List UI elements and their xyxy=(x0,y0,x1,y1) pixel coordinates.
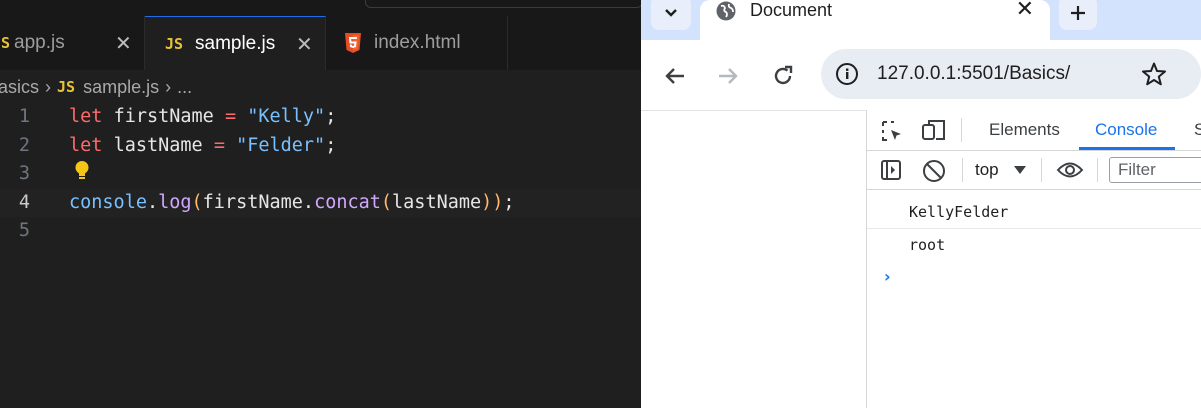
breadcrumb: asics › JS sample.js › ... xyxy=(0,72,192,102)
chevron-right-icon: › xyxy=(45,76,52,97)
divider xyxy=(1097,158,1098,182)
close-icon[interactable]: ✕ xyxy=(1016,0,1034,22)
arrow-left-icon xyxy=(665,68,684,84)
address-bar[interactable]: 127.0.0.1:5501/Basics/ xyxy=(821,49,1201,99)
arrow-right-icon xyxy=(719,68,738,84)
code-line[interactable]: 5 xyxy=(0,217,641,245)
breadcrumb-more[interactable]: ... xyxy=(177,77,192,98)
reload-button[interactable] xyxy=(769,62,797,90)
tab-search-button[interactable] xyxy=(651,0,691,30)
sidebar-toggle-icon[interactable] xyxy=(880,159,902,181)
globe-icon xyxy=(716,1,736,21)
tab-label: app.js xyxy=(14,32,65,53)
site-info-icon[interactable] xyxy=(835,62,859,86)
close-icon[interactable]: ✕ xyxy=(115,31,132,55)
new-tab-button[interactable] xyxy=(1059,0,1097,30)
console-message-text: root xyxy=(909,236,946,254)
tab-console[interactable]: Console xyxy=(1095,120,1157,140)
code-editor: JS app.js ✕ JS sample.js ✕ index.html as… xyxy=(0,0,641,408)
console-message: root xyxy=(867,229,1201,261)
bookmark-star-icon[interactable] xyxy=(1141,61,1167,87)
browser-toolbar: 127.0.0.1:5501/Basics/ xyxy=(641,40,1201,111)
code-text: let firstName = "Kelly"; xyxy=(69,106,337,127)
chevron-right-icon: › xyxy=(165,76,172,97)
code-line[interactable]: 2 let lastName = "Felder"; xyxy=(0,132,641,160)
code-line-active[interactable]: 4 console.log(firstName.concat(lastName)… xyxy=(0,189,641,217)
tab-label: sample.js xyxy=(195,32,276,54)
reload-icon xyxy=(774,65,793,85)
tab-title: Document xyxy=(750,0,833,20)
context-selector[interactable]: top xyxy=(975,160,999,180)
eye-icon[interactable] xyxy=(1056,161,1084,179)
forward-button[interactable] xyxy=(714,62,742,90)
active-tab-indicator xyxy=(1079,147,1175,150)
code-line[interactable]: 3 xyxy=(0,160,641,188)
plus-icon xyxy=(1071,6,1085,20)
close-icon[interactable]: ✕ xyxy=(296,32,313,56)
editor-title-strip xyxy=(0,0,641,16)
tab-index-html[interactable]: index.html xyxy=(326,16,508,70)
clear-console-icon[interactable] xyxy=(922,159,946,183)
breadcrumb-file[interactable]: sample.js xyxy=(83,77,159,98)
filter-box[interactable] xyxy=(1109,157,1201,183)
html5-icon xyxy=(345,33,361,53)
tab-elements[interactable]: Elements xyxy=(989,120,1060,140)
browser-tab-strip: Document ✕ xyxy=(641,0,1201,40)
code-line[interactable]: 1 let firstName = "Kelly"; xyxy=(0,103,641,131)
tab-app-js[interactable]: JS app.js ✕ xyxy=(0,16,145,70)
code-text: let lastName = "Felder"; xyxy=(69,135,337,156)
chevron-down-icon xyxy=(665,9,677,17)
line-number: 1 xyxy=(18,106,30,127)
line-number: 4 xyxy=(18,192,30,213)
caret-down-icon[interactable] xyxy=(1014,166,1026,174)
breadcrumb-folder[interactable]: asics xyxy=(0,77,39,98)
console-message: KellyFelder xyxy=(867,196,1201,229)
line-number: 3 xyxy=(18,163,30,184)
devtools-panel: Elements Console S top Filter KellyFelde… xyxy=(866,110,1201,408)
tab-label: index.html xyxy=(374,32,461,53)
js-file-icon: JS xyxy=(165,34,184,53)
device-toolbar-icon[interactable] xyxy=(921,119,947,141)
lightbulb-icon[interactable] xyxy=(73,160,91,182)
divider xyxy=(961,118,962,142)
devtools-tab-bar: Elements Console S xyxy=(867,110,1201,151)
console-prompt-icon[interactable]: › xyxy=(884,267,891,286)
browser-tab-document[interactable]: Document ✕ xyxy=(700,0,1050,40)
divider xyxy=(1041,158,1042,182)
divider xyxy=(962,158,963,182)
line-number: 2 xyxy=(18,135,30,156)
console-toolbar: top xyxy=(867,151,1201,190)
inspect-element-icon[interactable] xyxy=(880,119,904,143)
editor-tab-bar: JS app.js ✕ JS sample.js ✕ index.html xyxy=(0,16,641,70)
browser-window: Document ✕ 127.0.0.1:5501/Basics/ Elemen… xyxy=(641,0,1201,408)
tab-sources[interactable]: S xyxy=(1194,120,1201,140)
line-number: 5 xyxy=(18,220,30,241)
filter-input[interactable] xyxy=(1116,158,1201,182)
js-file-icon: JS xyxy=(57,78,76,96)
tab-sample-js[interactable]: JS sample.js ✕ xyxy=(145,16,326,70)
command-center-fragment[interactable] xyxy=(365,0,641,8)
js-file-icon: JS xyxy=(0,34,11,52)
console-message-text: KellyFelder xyxy=(909,203,1009,221)
code-text: console.log(firstName.concat(lastName)); xyxy=(69,192,515,213)
url-text[interactable]: 127.0.0.1:5501/Basics/ xyxy=(877,63,1070,85)
back-button[interactable] xyxy=(661,62,689,90)
